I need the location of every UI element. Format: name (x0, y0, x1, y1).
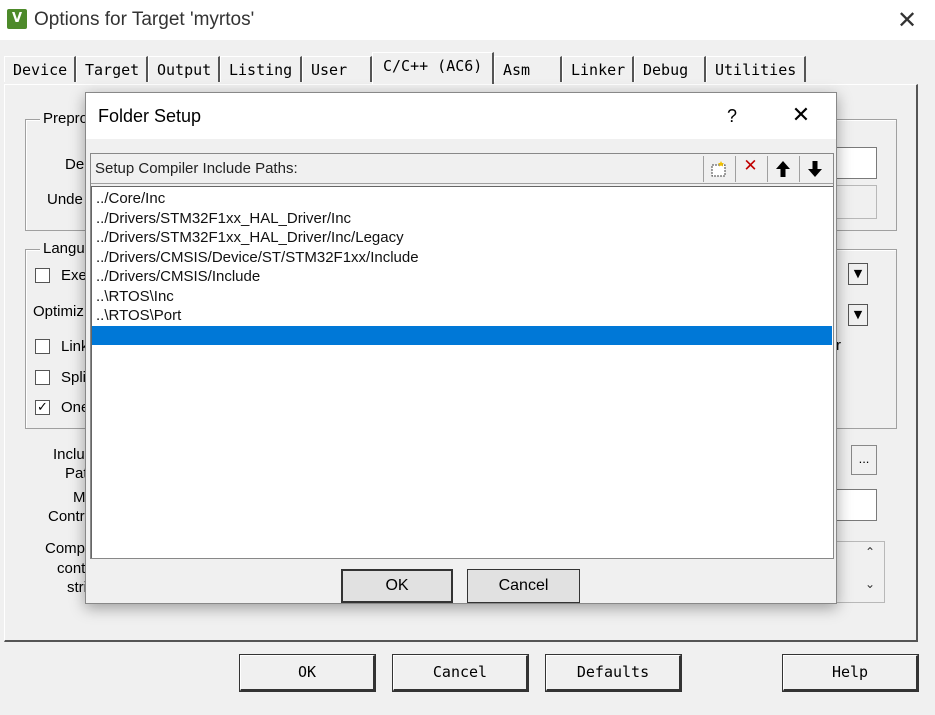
ok-button[interactable]: OK (239, 654, 376, 692)
list-item[interactable]: ../Drivers/STM32F1xx_HAL_Driver/Inc (95, 209, 832, 229)
keil-uvision-icon: V (7, 9, 27, 29)
misc-controls-field[interactable] (833, 489, 877, 521)
tab-debug[interactable]: Debug (634, 56, 706, 82)
compiler-control-label: Comp (45, 540, 86, 557)
list-item[interactable]: ../Drivers/STM32F1xx_HAL_Driver/Inc/Lega… (95, 228, 832, 248)
optimization-label: Optimiz (33, 303, 84, 320)
window-title: Options for Target 'myrtos' (34, 9, 255, 30)
define-label: De (65, 156, 85, 173)
list-item[interactable]: ../Core/Inc (95, 189, 832, 209)
scroll-down-icon[interactable]: ⌄ (859, 577, 881, 597)
split-label: Spli (61, 369, 87, 386)
list-item[interactable]: ../Drivers/CMSIS/Include (95, 267, 832, 287)
link-checkbox[interactable] (35, 339, 50, 354)
tab-c-cpp-ac6[interactable]: C/C++ (AC6) (372, 52, 494, 84)
tab-target[interactable]: Target (76, 56, 148, 82)
define-field[interactable] (833, 147, 877, 179)
misc-label: M (73, 489, 86, 506)
dialog-ok-button[interactable]: OK (341, 569, 453, 603)
help-button[interactable]: Help (782, 654, 919, 692)
execute-only-label: Exe (61, 267, 87, 284)
tab-user[interactable]: User (302, 56, 372, 82)
dialog-titlebar: Folder Setup ? ✕ (86, 93, 836, 139)
one-checkbox[interactable]: ✓ (35, 400, 50, 415)
window-titlebar: V Options for Target 'myrtos' ✕ (0, 0, 935, 40)
tab-asm[interactable]: Asm (494, 56, 562, 82)
list-item[interactable]: ..\RTOS\Inc (95, 287, 832, 307)
browse-button[interactable]: ... (851, 445, 877, 475)
list-item[interactable]: ..\RTOS\Port (95, 306, 832, 326)
cancel-button[interactable]: Cancel (392, 654, 529, 692)
preprocessor-group-label: Prepro (40, 110, 92, 127)
language-group-label: Langu (40, 240, 88, 257)
dialog-title: Folder Setup (98, 106, 202, 126)
split-checkbox[interactable] (35, 370, 50, 385)
dialog-cancel-button[interactable]: Cancel (467, 569, 580, 603)
include-paths-list[interactable]: ../Core/Inc ../Drivers/STM32F1xx_HAL_Dri… (91, 186, 833, 558)
close-icon[interactable]: ✕ (786, 101, 816, 131)
include-paths-listbox: Setup Compiler Include Paths: ✕ ../Core/… (90, 153, 834, 559)
close-icon[interactable]: ✕ (893, 6, 921, 34)
list-header: Setup Compiler Include Paths: ✕ (91, 154, 833, 184)
move-up-icon[interactable] (767, 156, 797, 182)
defaults-button[interactable]: Defaults (545, 654, 682, 692)
compiler-control-label-2: cont (57, 560, 86, 577)
compiler-control-label-3: stri (67, 579, 87, 596)
folder-setup-dialog: Folder Setup ? ✕ Setup Compiler Include … (85, 92, 837, 604)
move-down-icon[interactable] (799, 156, 829, 182)
tab-utilities[interactable]: Utilities (706, 56, 806, 82)
execute-only-checkbox[interactable] (35, 268, 50, 283)
list-header-label: Setup Compiler Include Paths: (95, 160, 298, 177)
delete-icon[interactable]: ✕ (735, 156, 765, 182)
tab-listing[interactable]: Listing (220, 56, 302, 82)
include-paths-label: Inclu (53, 446, 85, 463)
combo-arrow-icon[interactable]: ▼ (848, 304, 868, 326)
tab-output[interactable]: Output (148, 56, 220, 82)
combo-arrow-icon[interactable]: ▼ (848, 263, 868, 285)
tab-device[interactable]: Device (4, 56, 76, 82)
undefine-field[interactable] (833, 185, 877, 219)
undefine-label: Unde (47, 191, 83, 208)
help-icon[interactable]: ? (720, 103, 744, 129)
list-item-selected[interactable] (92, 325, 832, 345)
new-folder-icon[interactable] (703, 156, 733, 182)
misc-label-2: Contr (48, 508, 85, 525)
tab-linker[interactable]: Linker (562, 56, 634, 82)
scroll-up-icon[interactable]: ⌃ (859, 545, 881, 565)
list-item[interactable]: ../Drivers/CMSIS/Device/ST/STM32F1xx/Inc… (95, 248, 832, 268)
